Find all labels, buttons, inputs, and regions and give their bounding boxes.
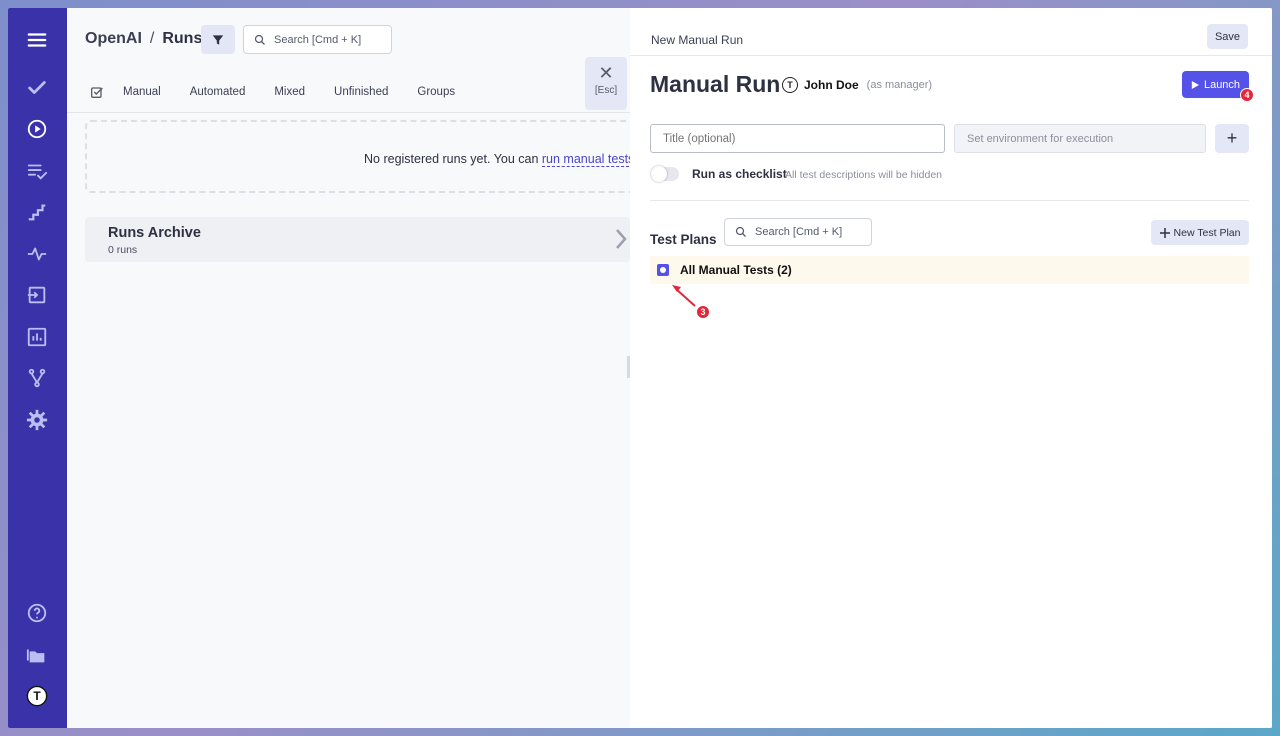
play-circle-icon[interactable] [22, 114, 52, 144]
new-test-plan-button[interactable]: New Test Plan [1151, 220, 1249, 245]
run-manager: T John Doe (as manager) [782, 77, 932, 93]
menu-icon[interactable] [22, 25, 52, 55]
search-icon [254, 34, 265, 45]
run-tabs: Manual Automated Mixed Unfinished Groups [89, 84, 484, 100]
run-title: Manual Run [650, 71, 781, 97]
environment-placeholder: Set environment for execution [967, 132, 1114, 145]
new-test-plan-label: New Test Plan [1173, 226, 1241, 239]
launch-button[interactable]: Launch [1182, 71, 1249, 98]
step-badge-3: 3 [696, 305, 710, 319]
breadcrumb-separator: / [149, 30, 155, 47]
new-manual-run-panel: New Manual Run Save Manual Run T John Do… [630, 8, 1272, 728]
user-role: (as manager) [866, 79, 933, 91]
user-avatar: T [782, 77, 798, 93]
user-name: John Doe [804, 78, 859, 92]
tab-unfinished[interactable]: Unfinished [334, 86, 388, 98]
steps-icon[interactable] [22, 197, 52, 227]
empty-state-text: No registered runs yet. You can run manu… [364, 152, 635, 167]
panel-title: New Manual Run [651, 33, 744, 47]
search-placeholder: Search [Cmd + K] [274, 33, 362, 46]
close-panel-button[interactable]: ✕ [Esc] [585, 57, 627, 110]
run-manual-tests-link[interactable]: run manual tests [541, 152, 635, 167]
tab-mixed[interactable]: Mixed [274, 86, 305, 98]
test-plans-label: Test Plans [650, 232, 717, 247]
bar-chart-icon[interactable] [22, 322, 52, 352]
runs-panel: OpenAI / Runs Search [Cmd + K] ✕ [Esc] M… [67, 8, 645, 728]
search-icon [735, 226, 746, 237]
empty-state: No registered runs yet. You can run manu… [85, 120, 645, 193]
section-divider [650, 200, 1249, 201]
archive-count: 0 runs [108, 244, 138, 256]
test-plans-search-input[interactable]: Search [Cmd + K] [724, 218, 872, 246]
tabs-divider [67, 112, 630, 113]
play-icon [1191, 80, 1199, 89]
filter-button[interactable] [201, 25, 235, 54]
tab-automated[interactable]: Automated [190, 86, 246, 98]
breadcrumb-org[interactable]: OpenAI [85, 30, 142, 48]
plus-icon [1159, 227, 1170, 238]
tab-manual[interactable]: Manual [123, 86, 161, 98]
environment-select[interactable]: Set environment for execution [954, 124, 1206, 153]
test-plan-row[interactable]: All Manual Tests (2) [650, 256, 1249, 284]
svg-text:T: T [33, 689, 41, 703]
list-check-icon[interactable] [22, 156, 52, 186]
chevron-right-icon [616, 229, 627, 249]
launch-label: Launch [1203, 78, 1241, 91]
user-avatar-icon[interactable]: T [22, 681, 52, 711]
empty-state-message: No registered runs yet. You can [364, 152, 542, 166]
save-button[interactable]: Save [1207, 24, 1248, 49]
pulse-icon[interactable] [22, 239, 52, 269]
test-plans-search-placeholder: Search [Cmd + K] [755, 226, 843, 238]
sidebar: T [8, 8, 67, 728]
esc-hint: [Esc] [594, 85, 618, 96]
breadcrumb: OpenAI / Runs [85, 30, 202, 48]
gear-icon[interactable] [22, 405, 52, 435]
close-icon: ✕ [598, 63, 614, 83]
tab-groups[interactable]: Groups [417, 86, 455, 98]
filter-icon [212, 34, 224, 45]
branch-icon[interactable] [22, 363, 52, 393]
runs-archive[interactable]: Runs Archive 0 runs [85, 217, 630, 262]
folders-icon[interactable] [22, 640, 52, 670]
checklist-hint: All test descriptions will be hidden [785, 169, 942, 181]
select-all-icon[interactable] [89, 84, 105, 100]
check-icon[interactable] [22, 73, 52, 103]
help-icon[interactable] [22, 598, 52, 628]
import-icon[interactable] [22, 280, 52, 310]
add-environment-button[interactable]: + [1215, 124, 1249, 153]
app-window: T OpenAI / Runs Search [Cmd + K] ✕ [Esc]… [8, 8, 1272, 728]
checklist-label: Run as checklist [692, 167, 787, 181]
page-title: Runs [162, 30, 203, 47]
run-title-input[interactable] [650, 124, 945, 153]
search-input[interactable]: Search [Cmd + K] [243, 25, 392, 54]
step-badge-4: 4 [1240, 88, 1254, 102]
panel-header: New Manual Run Save [630, 8, 1272, 56]
archive-title: Runs Archive [108, 225, 201, 241]
checklist-toggle[interactable] [651, 166, 679, 182]
